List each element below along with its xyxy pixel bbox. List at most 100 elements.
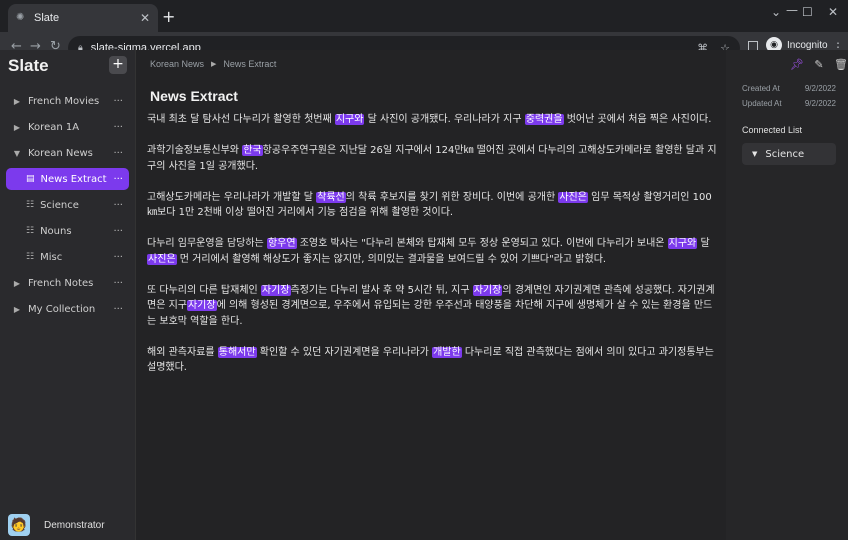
highlighted-word[interactable]: 지구와 — [667, 238, 698, 249]
pin-icon[interactable]: 📌︎ — [790, 58, 804, 72]
paragraph: 해외 관측자료를 통해서만 확인할 수 있던 자기권계면을 우리나라가 개발한 … — [147, 345, 719, 376]
chevron-right-icon[interactable]: ▶ — [12, 305, 22, 314]
updated-at-label: Updated At — [742, 99, 782, 108]
text-run: 먼 거리에서 촬영해 해상도가 좋지는 않지만, 의미있는 결과물을 보여드릴 … — [176, 253, 607, 265]
sidebar-item-misc[interactable]: ☷ Misc ··· — [6, 246, 129, 268]
browser-tab[interactable]: ✺ Slate ✕ — [8, 4, 158, 32]
sidebar-nav: ▶ French Movies ··· ▶ Korean 1A ··· ▼ Korean Ne… — [0, 86, 135, 324]
more-options-icon[interactable]: ··· — [113, 122, 123, 133]
sidebar-item-science[interactable]: ☷ Science ··· — [6, 194, 129, 216]
updated-at-row: Updated At 9/2/2022 — [742, 99, 836, 108]
highlighted-word[interactable]: 중력권을 — [524, 114, 564, 125]
paragraph: 다누리 임무운영을 담당하는 항우연 조영호 박사는 "다누리 본체와 탑재체 … — [147, 236, 719, 267]
window-collapse-icon[interactable]: ⌄ — [771, 5, 781, 19]
paragraph: 또 다누리의 다른 탑재체인 자기장측정기는 다누리 발사 후 약 5시간 뒤,… — [147, 283, 719, 330]
slate-app: Slate + ▶ French Movies ··· ▶ Korean 1A ··· ▼ K… — [0, 50, 848, 540]
more-options-icon[interactable]: ··· — [113, 304, 123, 315]
highlighted-word[interactable]: 항우연 — [266, 238, 297, 249]
text-run: 국내 최초 달 탐사선 다누리가 촬영한 첫번째 — [147, 114, 335, 125]
profile-label: Incognito — [787, 39, 828, 51]
sidebar-item-my-collection[interactable]: ▶ My Collection ··· — [6, 298, 129, 320]
details-panel: 📌︎ ✎ 🗑︎ Created At 9/2/2022 Updated At 9… — [726, 50, 848, 540]
sidebar-item-label: Korean 1A — [28, 121, 80, 133]
user-name: Demonstrator — [44, 519, 105, 531]
breadcrumb-item-news-extract[interactable]: News Extract — [223, 59, 276, 69]
sidebar-item-french-movies[interactable]: ▶ French Movies ··· — [6, 90, 129, 112]
updated-at-value: 9/2/2022 — [804, 99, 836, 108]
more-options-icon[interactable]: ··· — [113, 226, 123, 237]
text-run: 의 착륙 후보지를 찾기 위한 장비다. 이번에 공개한 — [345, 191, 559, 203]
note-actions: 📌︎ ✎ 🗑︎ — [782, 58, 848, 72]
more-options-icon[interactable]: ··· — [113, 96, 123, 107]
brand-logo: Slate — [8, 56, 49, 75]
created-at-row: Created At 9/2/2022 — [742, 84, 836, 93]
edit-icon[interactable]: ✎ — [812, 58, 826, 72]
document-icon: ▤ — [26, 174, 35, 184]
sidebar-item-label: French Movies — [28, 95, 100, 107]
breadcrumb: Korean News ▶ News Extract — [150, 59, 276, 69]
main-content: Korean News ▶ News Extract News Extract … — [136, 50, 726, 540]
sidebar-item-label: Misc — [40, 251, 63, 263]
maximize-icon[interactable]: ☐ — [802, 5, 813, 19]
sidebar-item-korean-1a[interactable]: ▶ Korean 1A ··· — [6, 116, 129, 138]
highlighted-word[interactable]: 개발한 — [432, 346, 462, 358]
text-run: 벗어난 곳에서 처음 찍은 사진이다. — [563, 114, 712, 125]
highlighted-word[interactable]: 자기장 — [260, 284, 291, 296]
paragraph: 과학기술정보통신부와 한국항공우주연구원은 지난달 26일 지구에서 124만㎞… — [147, 143, 719, 174]
list-icon: ☷ — [26, 252, 35, 262]
created-at-label: Created At — [742, 84, 780, 93]
highlighted-word[interactable]: 자기장 — [472, 284, 503, 296]
more-options-icon[interactable]: ··· — [113, 200, 123, 211]
paragraph: 국내 최초 달 탐사선 다누리가 촬영한 첫번째 지구와 달 사진이 공개됐다.… — [147, 112, 719, 128]
user-profile[interactable]: 🧑 Demonstrator — [8, 514, 105, 536]
tab-title: Slate — [34, 12, 60, 24]
breadcrumb-item-korean-news[interactable]: Korean News — [150, 59, 204, 69]
chevron-right-icon[interactable]: ▶ — [12, 123, 22, 132]
highlighted-word[interactable]: 착륙선 — [316, 191, 346, 203]
minimize-icon[interactable]: — — [786, 3, 798, 17]
text-run: 또 다누리의 다른 탑재체인 — [147, 284, 261, 296]
chevron-right-icon[interactable]: ▶ — [12, 97, 22, 106]
more-options-icon[interactable]: ··· — [113, 278, 123, 289]
page-title: News Extract — [150, 88, 238, 104]
highlighted-word[interactable]: 사진은 — [558, 191, 588, 203]
text-run: 조영호 박사는 "다누리 본체와 탑재체 모두 정상 운영되고 있다. 이번에 … — [296, 238, 668, 249]
highlighted-word[interactable]: 사진은 — [147, 253, 177, 265]
sidebar-item-korean-news[interactable]: ▼ Korean News ··· — [6, 142, 129, 164]
tab-close-icon[interactable]: ✕ — [140, 11, 150, 25]
connected-item-science[interactable]: ▼ Science — [742, 143, 836, 165]
sidebar-item-french-notes[interactable]: ▶ French Notes ··· — [6, 272, 129, 294]
text-run: 과학기술정보통신부와 — [147, 145, 243, 156]
document-body[interactable]: 국내 최초 달 탐사선 다누리가 촬영한 첫번째 지구와 달 사진이 공개됐다.… — [147, 112, 719, 391]
sidebar-item-news-extract[interactable]: ▤ News Extract ··· — [6, 168, 129, 190]
chevron-down-icon[interactable]: ▼ — [12, 149, 22, 158]
close-window-icon[interactable]: ✕ — [828, 5, 838, 19]
connected-list-title: Connected List — [742, 125, 803, 135]
connected-item-label: Science — [765, 148, 805, 160]
list-icon: ☷ — [26, 226, 35, 236]
sidebar-item-label: News Extract — [40, 173, 107, 185]
highlighted-word[interactable]: 한국 — [242, 145, 263, 156]
browser-tab-strip: ✺ Slate ✕ + ⌄ — ☐ ✕ — [0, 0, 848, 32]
highlighted-word[interactable]: 지구와 — [334, 114, 365, 125]
paragraph: 고해상도카메라는 우리나라가 개발할 달 착륙선의 착륙 후보지를 찾기 위한 … — [147, 190, 719, 221]
text-run: 해외 관측자료를 — [147, 346, 218, 358]
text-run: 달 — [697, 238, 710, 249]
new-tab-icon[interactable]: + — [162, 7, 175, 26]
text-run: 측정기는 다누리 발사 후 약 5시간 뒤, 지구 — [290, 284, 473, 296]
sidebar-item-label: Science — [40, 199, 79, 211]
highlighted-word[interactable]: 통해서만 — [217, 346, 257, 358]
sidebar-item-nouns[interactable]: ☷ Nouns ··· — [6, 220, 129, 242]
highlighted-word[interactable]: 자기장 — [186, 300, 217, 311]
chevron-right-icon[interactable]: ▶ — [12, 279, 22, 288]
more-options-icon[interactable]: ··· — [113, 252, 123, 263]
trash-icon[interactable]: 🗑︎ — [834, 58, 848, 72]
text-run: 달 사진이 공개됐다. 우리나라가 지구 — [364, 114, 525, 125]
caret-down-icon: ▼ — [752, 150, 758, 158]
text-run: 고해상도카메라는 우리나라가 개발할 달 — [147, 191, 317, 203]
more-options-icon[interactable]: ··· — [113, 148, 123, 159]
created-at-value: 9/2/2022 — [804, 84, 836, 93]
add-collection-button[interactable]: + — [109, 56, 127, 74]
breadcrumb-separator-icon: ▶ — [211, 61, 217, 68]
more-options-icon[interactable]: ··· — [113, 174, 123, 185]
